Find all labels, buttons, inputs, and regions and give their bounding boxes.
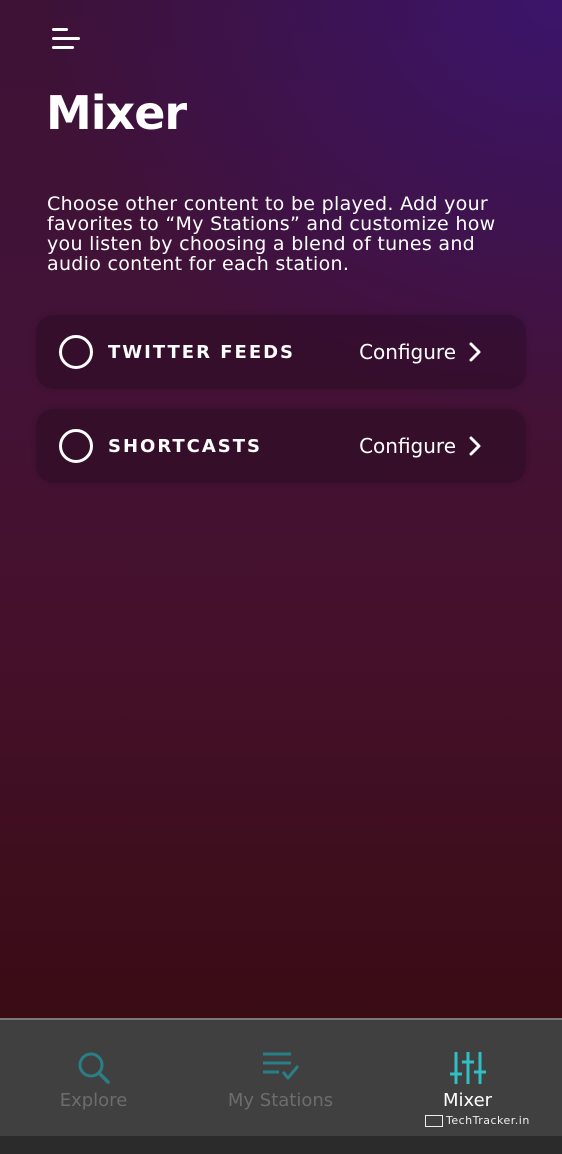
page-description: Choose other content to be played. Add y… xyxy=(47,193,496,275)
nav-my-stations-label: My Stations xyxy=(227,1090,334,1111)
shortcasts-radio[interactable] xyxy=(59,429,93,463)
nav-mixer-label: Mixer xyxy=(442,1090,493,1111)
chevron-right-icon xyxy=(469,436,481,456)
chevron-right-icon xyxy=(469,342,481,362)
nav-explore[interactable]: Explore xyxy=(0,1020,187,1136)
shortcasts-configure[interactable]: Configure xyxy=(359,434,456,458)
sliders-icon xyxy=(449,1052,486,1084)
shortcasts-card[interactable]: SHORTCASTS Configure xyxy=(36,409,526,483)
watermark-text: TechTracker.in xyxy=(446,1114,530,1127)
system-bar xyxy=(0,1136,562,1154)
watermark-icon xyxy=(425,1115,443,1127)
page-title: Mixer xyxy=(46,86,187,140)
menu-icon[interactable] xyxy=(52,26,82,52)
twitter-feeds-configure[interactable]: Configure xyxy=(359,340,456,364)
watermark: TechTracker.in xyxy=(425,1114,530,1127)
list-check-icon xyxy=(262,1052,299,1080)
twitter-feeds-radio[interactable] xyxy=(59,335,93,369)
search-icon xyxy=(78,1052,110,1084)
nav-my-stations[interactable]: My Stations xyxy=(187,1020,374,1136)
twitter-feeds-label: TWITTER FEEDS xyxy=(108,342,296,363)
background xyxy=(0,0,562,1018)
nav-explore-label: Explore xyxy=(59,1090,128,1111)
twitter-feeds-card[interactable]: TWITTER FEEDS Configure xyxy=(36,315,526,389)
shortcasts-label: SHORTCASTS xyxy=(108,436,263,457)
